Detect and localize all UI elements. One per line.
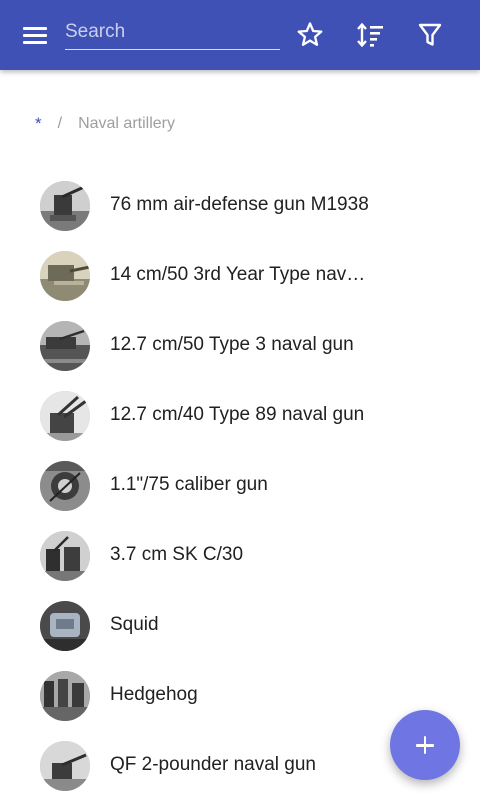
list-item-label: Squid [110, 614, 159, 635]
thumbnail-image [40, 321, 90, 371]
thumbnail-image [40, 671, 90, 721]
breadcrumb-current: Naval artillery [78, 115, 175, 132]
list-item-label: 12.7 cm/40 Type 89 naval gun [110, 404, 365, 425]
thumbnail-image [40, 391, 90, 441]
add-button[interactable] [390, 710, 460, 780]
thumbnail-image [40, 461, 90, 511]
breadcrumb-root-link[interactable]: * [35, 114, 42, 134]
filter-icon[interactable] [412, 17, 448, 53]
list-item[interactable]: Squid [0, 590, 480, 660]
list-item-label: 12.7 cm/50 Type 3 naval gun [110, 334, 354, 355]
list-item-label: 14 cm/50 3rd Year Type naval gun [110, 264, 372, 285]
thumbnail-image [40, 531, 90, 581]
list-item[interactable]: 14 cm/50 3rd Year Type naval gun [0, 240, 480, 310]
breadcrumb-separator: / [57, 115, 63, 132]
thumbnail-image [40, 741, 90, 791]
thumbnail-image [40, 181, 90, 231]
list-item-label: QF 2-pounder naval gun [110, 754, 316, 775]
list-item[interactable]: 76 mm air-defense gun M1938 [0, 170, 480, 240]
list-item[interactable]: 12.7 cm/40 Type 89 naval gun [0, 380, 480, 450]
article-list: 76 mm air-defense gun M1938 14 cm/50 3rd… [0, 170, 480, 800]
search-input[interactable] [65, 14, 280, 50]
breadcrumb: * / Naval artillery [35, 113, 175, 135]
app-bar [0, 0, 480, 70]
list-item[interactable]: 1.1"/75 caliber gun [0, 450, 480, 520]
list-item-label: 1.1"/75 caliber gun [110, 474, 268, 495]
list-item[interactable]: 12.7 cm/50 Type 3 naval gun [0, 310, 480, 380]
sort-icon[interactable] [352, 17, 388, 53]
hamburger-menu-icon[interactable] [14, 17, 56, 53]
list-item[interactable]: 3.7 cm SK C/30 [0, 520, 480, 590]
thumbnail-image [40, 601, 90, 651]
list-item-label: Hedgehog [110, 684, 198, 705]
list-item-label: 3.7 cm SK C/30 [110, 544, 244, 565]
list-item-label: 76 mm air-defense gun M1938 [110, 194, 369, 215]
star-outline-icon[interactable] [292, 17, 328, 53]
thumbnail-image [40, 251, 90, 301]
